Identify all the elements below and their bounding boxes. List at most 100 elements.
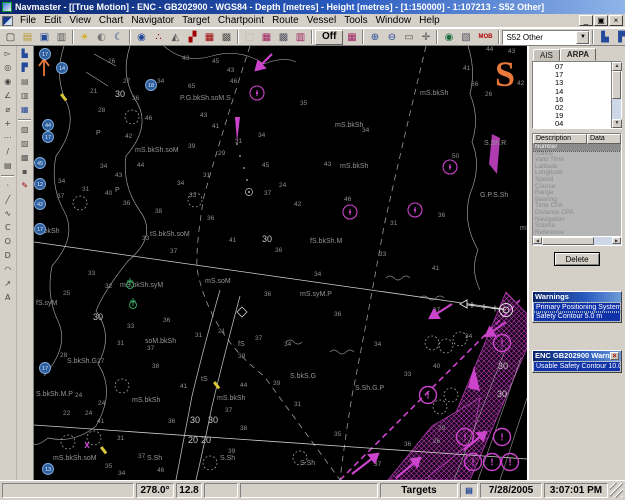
chart-info-icon[interactable]: ▨: [17, 137, 32, 151]
scroll-down-icon[interactable]: ▼: [612, 119, 622, 128]
warning-item[interactable]: Primary Positioning System datum: [534, 303, 620, 312]
chevron-down-icon[interactable]: ▼: [576, 31, 589, 44]
print-icon[interactable]: ▥: [53, 30, 70, 45]
select-cursor-icon[interactable]: ▻: [0, 47, 15, 61]
target-list-item[interactable]: 16: [533, 96, 611, 104]
enc-chart[interactable]: 2627344345434665362821434146423929313444…: [34, 46, 527, 480]
chart-quilt-icon[interactable]: ▦: [258, 30, 275, 45]
zoom-in-icon[interactable]: ⊕: [366, 30, 383, 45]
menu-vessel[interactable]: Vessel: [303, 15, 340, 26]
menu-edit[interactable]: Edit: [40, 15, 65, 26]
target-list-scrollbar[interactable]: ▲ ▼: [611, 62, 621, 128]
menu-view[interactable]: View: [65, 15, 95, 26]
scrollbar-thumb[interactable]: [612, 71, 621, 99]
scroll-up-icon[interactable]: ▲: [612, 62, 622, 71]
target-list-item[interactable]: 07: [533, 63, 611, 71]
warnings-title-bar[interactable]: Warnings: [533, 292, 621, 302]
center-vessel-icon[interactable]: ◎: [0, 61, 15, 75]
line-tool-icon[interactable]: ╱: [0, 193, 15, 207]
warning-item[interactable]: Usable Safety Contour 10.0 m: [534, 362, 620, 371]
text-tool-icon[interactable]: A: [0, 291, 15, 305]
menu-chartpoint[interactable]: Chartpoint: [214, 15, 268, 26]
column-description[interactable]: Description: [533, 134, 587, 144]
chart-usage-icon[interactable]: ▩: [275, 30, 292, 45]
menu-window[interactable]: Window: [372, 15, 416, 26]
chart-select-icon[interactable]: ▙: [17, 47, 32, 61]
tab-arpa[interactable]: ARPA: [560, 48, 596, 61]
target-list-item[interactable]: 13: [533, 79, 611, 87]
table-h-scrollbar[interactable]: ◀ ▶: [532, 237, 622, 246]
menu-file[interactable]: File: [16, 15, 40, 26]
curve-tool-icon[interactable]: ∿: [0, 207, 15, 221]
position-icon[interactable]: ◉: [133, 30, 150, 45]
column-data[interactable]: Data: [587, 134, 621, 144]
radar-overlay-off-button[interactable]: Off: [315, 30, 343, 45]
target-list[interactable]: 0717131416021904: [533, 62, 611, 128]
dusk-palette-icon[interactable]: ◐: [93, 30, 110, 45]
scale-down-icon[interactable]: ▥: [17, 89, 32, 103]
trails-icon[interactable]: ▞: [184, 30, 201, 45]
new-icon[interactable]: ▢: [2, 30, 19, 45]
menu-help[interactable]: Help: [415, 15, 444, 26]
mdi-restore-button[interactable]: ▣: [594, 15, 608, 26]
chart-cells-icon[interactable]: ▥: [292, 30, 309, 45]
ellipse-tool-icon[interactable]: O: [0, 235, 15, 249]
resize-grip[interactable]: [610, 483, 623, 498]
menu-navigator[interactable]: Navigator: [127, 15, 178, 26]
notes-icon[interactable]: ▤: [0, 159, 15, 173]
close-icon[interactable]: ×: [610, 352, 619, 360]
menu-target[interactable]: Target: [178, 15, 214, 26]
pan-icon[interactable]: ✛: [417, 30, 434, 45]
arc-tool-icon[interactable]: ◠: [0, 263, 15, 277]
route-plan-icon[interactable]: ▛: [613, 30, 625, 45]
chart-query-icon[interactable]: ▩: [17, 151, 32, 165]
chart-auto-icon[interactable]: ▦: [17, 103, 32, 117]
target-list-item[interactable]: 04: [533, 120, 611, 128]
overview-icon[interactable]: ▧: [457, 30, 474, 45]
circle-tool-icon[interactable]: C: [0, 221, 15, 235]
mob-button[interactable]: MOB: [474, 30, 496, 45]
day-palette-icon[interactable]: ☀: [76, 30, 93, 45]
target-icon[interactable]: ◭: [167, 30, 184, 45]
scale-up-icon[interactable]: ▤: [17, 75, 32, 89]
track-history-icon[interactable]: ⋯: [0, 131, 15, 145]
open-icon[interactable]: ▤: [19, 30, 36, 45]
event-mark-icon[interactable]: +: [0, 117, 15, 131]
target-list-item[interactable]: 19: [533, 112, 611, 120]
chart-layers-icon[interactable]: ▦: [343, 30, 360, 45]
menu-chart[interactable]: Chart: [95, 15, 127, 26]
ais-icon[interactable]: ∴: [150, 30, 167, 45]
warning-item[interactable]: Safety Contour 5.0 m: [534, 312, 620, 321]
save-icon[interactable]: ▣: [36, 30, 53, 45]
menu-tools[interactable]: Tools: [340, 15, 371, 26]
tab-ais[interactable]: AIS: [533, 49, 560, 61]
enc-warnings-title-bar[interactable]: ENC GB202900 Warnings ×: [533, 351, 621, 361]
ruler-icon[interactable]: /: [0, 145, 15, 159]
fit-screen-icon[interactable]: ▭: [400, 30, 417, 45]
mdi-minimize-button[interactable]: _: [579, 15, 593, 26]
h-scrollbar-thumb[interactable]: [542, 237, 594, 245]
dot-tool-icon[interactable]: ·: [0, 179, 15, 193]
night-palette-icon[interactable]: ☾: [110, 30, 127, 45]
alarm-icon[interactable]: ▦: [201, 30, 218, 45]
vrm-icon[interactable]: ⌀: [0, 103, 15, 117]
menu-route[interactable]: Route: [268, 15, 303, 26]
target-list-item[interactable]: 14: [533, 88, 611, 96]
arrow-tool-icon[interactable]: ↗: [0, 277, 15, 291]
chart-point-icon[interactable]: ▪: [17, 165, 32, 179]
chart-boundaries-icon[interactable]: ▢: [241, 30, 258, 45]
scroll-left-icon[interactable]: ◀: [533, 237, 542, 244]
route-monitor-icon[interactable]: ▙: [596, 30, 613, 45]
mdi-close-button[interactable]: ×: [609, 15, 623, 26]
chart-window-icon[interactable]: [2, 16, 13, 26]
chart-grid-icon[interactable]: ▧: [17, 123, 32, 137]
scroll-right-icon[interactable]: ▶: [612, 237, 621, 244]
delete-button[interactable]: Delete: [554, 252, 600, 266]
range-rings-icon[interactable]: ◉: [0, 75, 15, 89]
target-list-item[interactable]: 02: [533, 104, 611, 112]
world-icon[interactable]: ◉: [440, 30, 457, 45]
ebl-icon[interactable]: ∠: [0, 89, 15, 103]
table-row[interactable]: Reference: [533, 230, 621, 236]
chart-edit-icon[interactable]: ✎: [17, 179, 32, 193]
title-bar[interactable]: Navmaster - [[True Motion] - ENC - GB202…: [0, 0, 625, 14]
